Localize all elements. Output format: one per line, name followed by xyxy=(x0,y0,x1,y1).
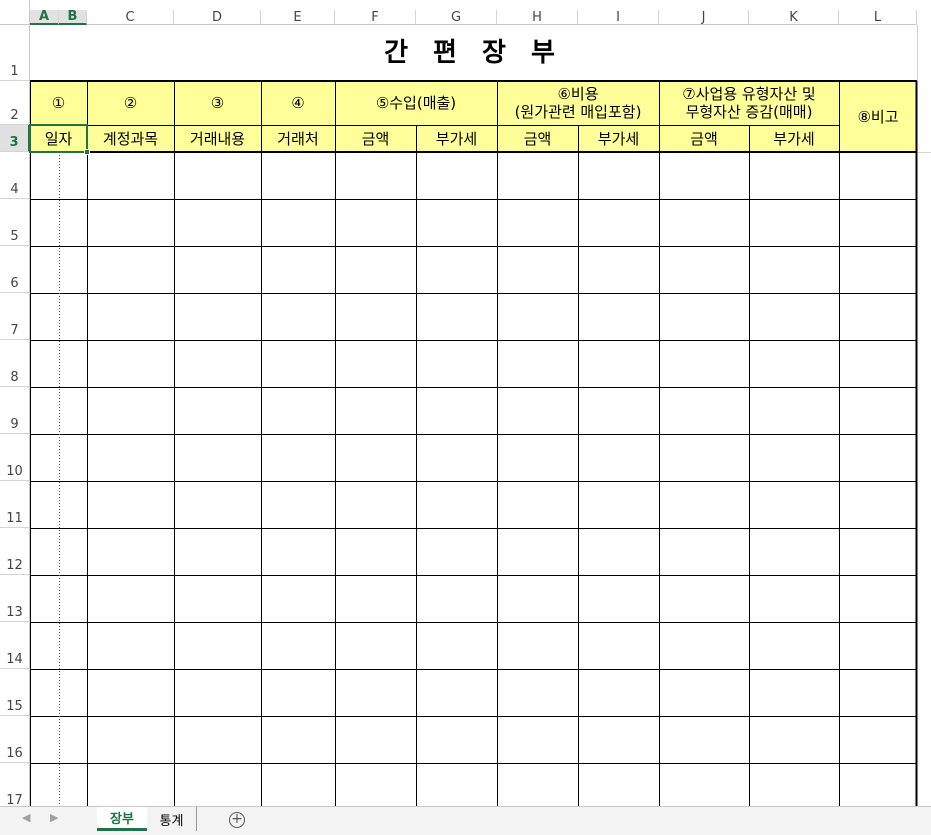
scroll-tabs-left-icon[interactable]: ◀ xyxy=(22,811,30,824)
sheet-tab-statistics[interactable]: 통계 xyxy=(147,807,197,831)
grid-lines xyxy=(30,25,931,806)
spreadsheet-grid[interactable]: A B C D E F G H I J K L 1 2 3 4 5 6 7 8 … xyxy=(0,0,931,806)
scroll-tabs-right-icon[interactable]: ▶ xyxy=(50,811,58,824)
sheet-tab-ledger[interactable]: 장부 xyxy=(97,807,147,831)
sheet-tab-bar: ◀ ▶ 장부 통계 + xyxy=(0,806,931,835)
fill-handle[interactable] xyxy=(84,149,90,155)
active-cell-selection[interactable] xyxy=(29,124,88,153)
add-sheet-icon[interactable]: + xyxy=(229,812,245,828)
